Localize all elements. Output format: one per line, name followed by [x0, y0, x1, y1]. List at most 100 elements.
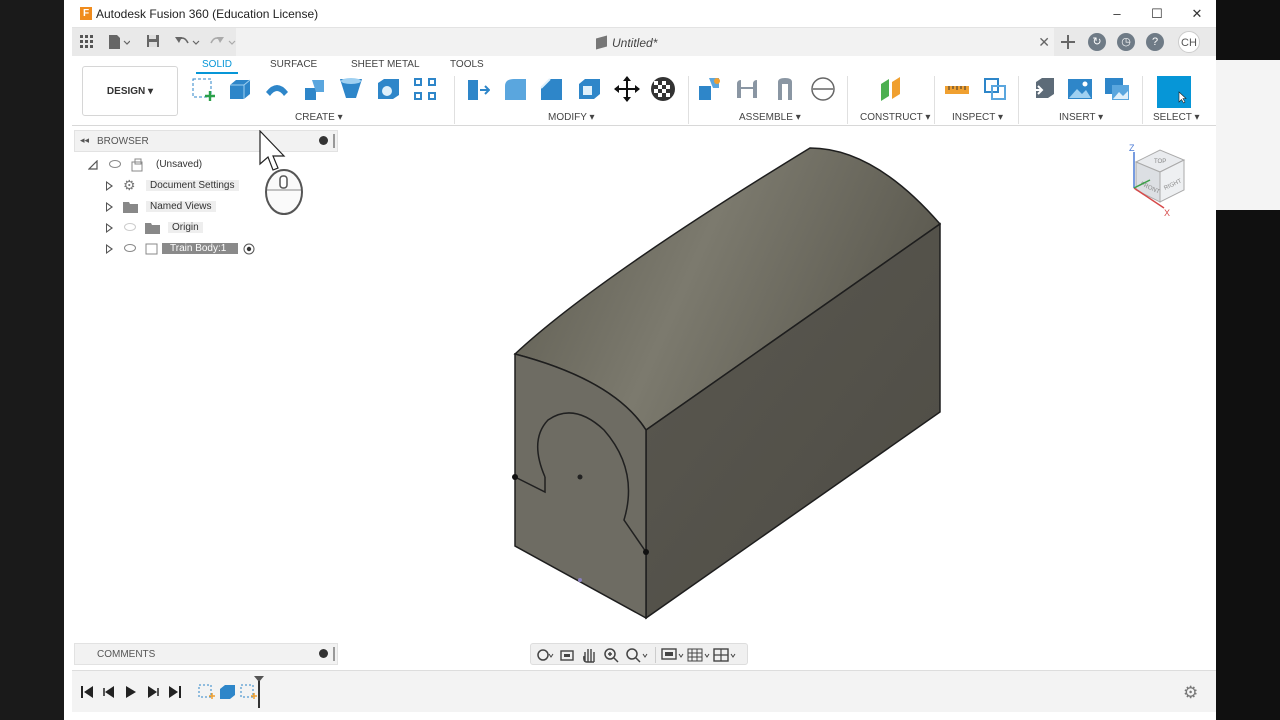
- visibility-eye-icon[interactable]: [109, 160, 121, 168]
- new-component-icon[interactable]: [697, 76, 723, 102]
- loft-icon[interactable]: [338, 76, 364, 102]
- appearance-icon[interactable]: [650, 76, 676, 102]
- tree-label-document-settings: Document Settings: [146, 180, 239, 191]
- viewports-icon[interactable]: [713, 647, 739, 663]
- go-to-end-icon[interactable]: [168, 685, 182, 699]
- browser-options-icon[interactable]: [319, 136, 328, 145]
- train-body-3d-model[interactable]: [434, 140, 954, 630]
- tree-item-root[interactable]: (Unsaved): [84, 156, 224, 174]
- document-tab[interactable]: Untitled* ✕: [236, 28, 1054, 56]
- modify-menu[interactable]: MODIFY ▾: [548, 112, 595, 123]
- tree-item-origin[interactable]: Origin: [100, 219, 240, 237]
- comments-panel-header[interactable]: COMMENTS: [74, 643, 338, 665]
- collapse-panel-icon[interactable]: ◂◂: [80, 135, 89, 146]
- insert-menu[interactable]: INSERT ▾: [1059, 112, 1103, 123]
- left-desktop-edge: [0, 0, 64, 720]
- tab-sheet-metal[interactable]: SHEET METAL: [351, 59, 420, 70]
- revolve-icon[interactable]: [264, 76, 290, 102]
- expand-arrow-icon[interactable]: [106, 223, 113, 233]
- expand-arrow-icon[interactable]: [106, 181, 113, 191]
- minimize-button[interactable]: –: [1102, 4, 1132, 24]
- create-menu[interactable]: CREATE ▾: [295, 112, 343, 123]
- press-pull-icon[interactable]: [464, 76, 490, 102]
- activate-radio-icon[interactable]: [243, 243, 255, 255]
- select-menu[interactable]: SELECT ▾: [1153, 112, 1200, 123]
- save-icon[interactable]: [146, 34, 160, 48]
- offset-plane-icon[interactable]: [878, 76, 904, 102]
- inspect-menu[interactable]: INSPECT ▾: [952, 112, 1003, 123]
- expanded-arrow-icon[interactable]: [88, 160, 98, 170]
- construct-menu[interactable]: CONSTRUCT ▾: [860, 112, 930, 123]
- user-avatar[interactable]: CH: [1178, 31, 1200, 53]
- select-cursor-icon: [1178, 91, 1187, 104]
- move-copy-icon[interactable]: [614, 76, 640, 102]
- assemble-menu[interactable]: ASSEMBLE ▾: [739, 112, 801, 123]
- extrude-icon[interactable]: [226, 76, 252, 102]
- tree-item-document-settings[interactable]: ⚙ Document Settings: [100, 177, 240, 195]
- step-forward-icon[interactable]: [146, 685, 160, 699]
- document-icon: [596, 35, 607, 50]
- orbit-icon[interactable]: [535, 647, 555, 663]
- create-sketch-icon[interactable]: [190, 76, 216, 102]
- new-tab-icon[interactable]: [1059, 33, 1077, 51]
- step-back-icon[interactable]: [102, 685, 116, 699]
- interference-icon[interactable]: [982, 76, 1008, 102]
- hole-icon[interactable]: [375, 76, 401, 102]
- ribbon-separator: [847, 76, 848, 124]
- rectangular-pattern-icon[interactable]: [412, 76, 438, 102]
- maximize-button[interactable]: ☐: [1142, 4, 1172, 24]
- add-comment-icon[interactable]: [319, 649, 328, 658]
- tab-tools[interactable]: TOOLS: [450, 59, 484, 70]
- job-status-icon[interactable]: ↻: [1088, 33, 1106, 51]
- timeline-marker[interactable]: [252, 675, 266, 709]
- shell-icon[interactable]: [576, 76, 602, 102]
- viewcube-top-label[interactable]: TOP: [1154, 159, 1166, 165]
- canvas-image-icon[interactable]: [1067, 76, 1093, 102]
- look-at-icon[interactable]: [559, 647, 575, 663]
- browser-title: BROWSER: [97, 136, 149, 147]
- view-cube[interactable]: TOP FRONT RIGHT Z X: [1122, 140, 1212, 225]
- panel-resize-handle[interactable]: [333, 134, 335, 148]
- fillet-icon[interactable]: [502, 76, 528, 102]
- tree-label-unsaved: (Unsaved): [156, 159, 203, 170]
- select-tool-button[interactable]: [1157, 76, 1191, 108]
- workspace-switcher[interactable]: DESIGN ▾: [82, 66, 178, 116]
- chamfer-icon[interactable]: [538, 76, 564, 102]
- hidden-eye-icon[interactable]: [124, 223, 136, 231]
- tree-item-named-views[interactable]: Named Views: [100, 198, 240, 216]
- zoom-icon[interactable]: [603, 647, 619, 663]
- close-button[interactable]: ✕: [1182, 4, 1212, 24]
- browser-panel-header[interactable]: ◂◂ BROWSER: [74, 130, 338, 152]
- close-document-icon[interactable]: ✕: [1038, 34, 1050, 51]
- pan-hand-icon[interactable]: [581, 646, 597, 663]
- sweep-icon[interactable]: [302, 76, 328, 102]
- timeline-settings-gear-icon[interactable]: ⚙: [1183, 683, 1198, 703]
- fusion-logo-icon: F: [80, 7, 92, 20]
- decal-icon[interactable]: [1104, 76, 1130, 102]
- as-built-joint-icon[interactable]: [772, 76, 798, 102]
- app-grid-icon[interactable]: [80, 35, 94, 49]
- play-icon[interactable]: [124, 685, 138, 699]
- go-to-start-icon[interactable]: [80, 685, 94, 699]
- notifications-icon[interactable]: ◷: [1117, 33, 1135, 51]
- redo-icon[interactable]: [210, 34, 236, 50]
- timeline-extrude-feature-icon[interactable]: [217, 681, 239, 703]
- tree-item-train-body[interactable]: Train Body:1: [100, 240, 260, 258]
- panel-resize-handle[interactable]: [333, 647, 335, 661]
- visibility-eye-icon[interactable]: [124, 244, 136, 252]
- tab-surface[interactable]: SURFACE: [270, 59, 317, 70]
- motion-link-icon[interactable]: [810, 76, 836, 102]
- joint-icon[interactable]: [734, 76, 760, 102]
- expand-arrow-icon[interactable]: [106, 244, 113, 254]
- fit-zoom-icon[interactable]: [625, 647, 649, 663]
- timeline-sketch-feature-icon[interactable]: [196, 681, 218, 703]
- help-icon[interactable]: ?: [1146, 33, 1164, 51]
- insert-derive-icon[interactable]: [1030, 76, 1056, 102]
- expand-arrow-icon[interactable]: [106, 202, 113, 212]
- grid-settings-icon[interactable]: [687, 647, 711, 663]
- file-menu-icon[interactable]: [108, 34, 130, 50]
- undo-icon[interactable]: [174, 34, 200, 50]
- measure-icon[interactable]: [944, 76, 970, 102]
- display-settings-icon[interactable]: [661, 647, 685, 663]
- tab-solid[interactable]: SOLID: [195, 59, 239, 74]
